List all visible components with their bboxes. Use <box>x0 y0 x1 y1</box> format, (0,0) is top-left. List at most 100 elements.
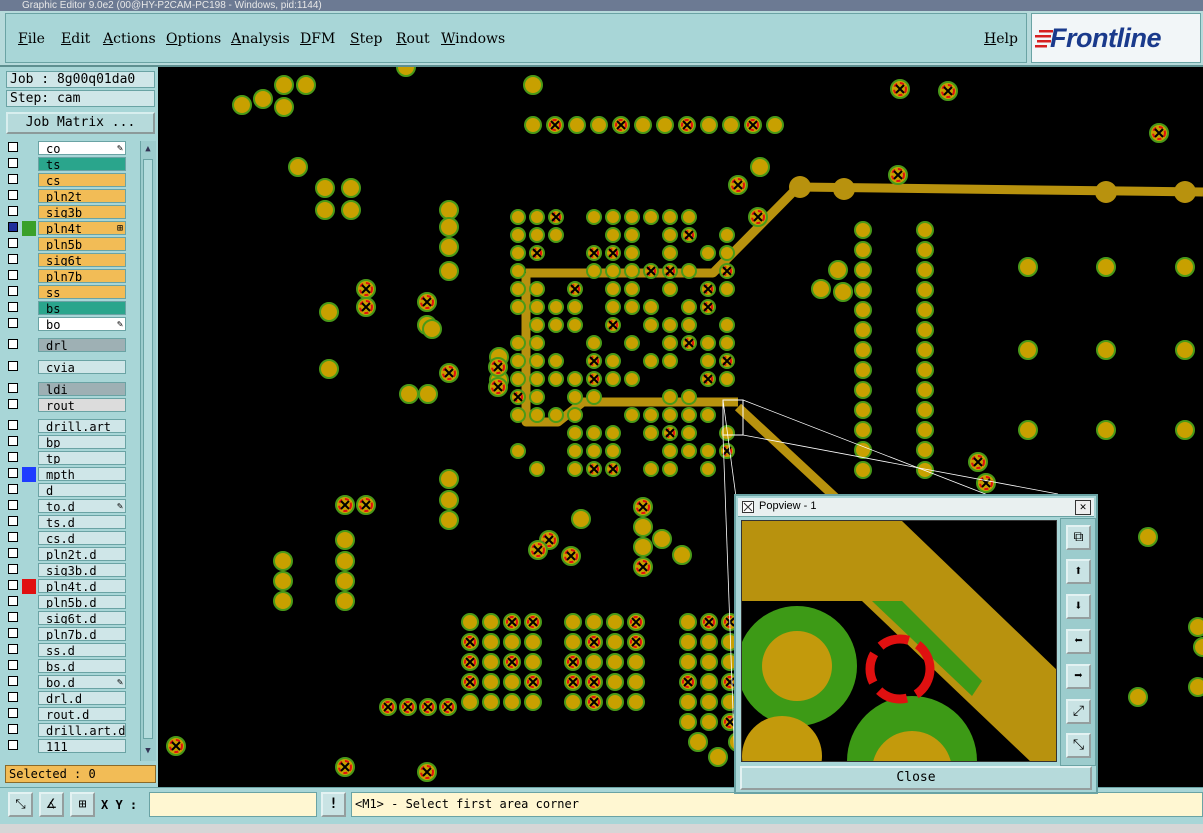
menu-rout[interactable]: Rout <box>396 31 430 47</box>
menu-windows[interactable]: Windows <box>441 31 505 47</box>
layer-name[interactable]: pln7b <box>38 269 126 283</box>
layer-name[interactable]: sig6t <box>38 253 126 267</box>
layer-row[interactable]: ss.d <box>6 643 128 658</box>
layer-visibility-checkbox[interactable] <box>8 420 18 430</box>
layer-row[interactable]: pln7b <box>6 269 128 284</box>
layer-visibility-checkbox[interactable] <box>8 286 18 296</box>
popview-close-button[interactable]: Close <box>740 766 1092 790</box>
layer-row[interactable]: ts <box>6 157 128 172</box>
layer-row[interactable]: bo ✎ <box>6 317 128 332</box>
layer-visibility-checkbox[interactable] <box>8 676 18 686</box>
popview-zoom-in-button[interactable]: ⤢ <box>1066 699 1091 724</box>
layer-name[interactable]: mpth <box>38 467 126 481</box>
layer-name[interactable]: bp <box>38 435 126 449</box>
layer-row[interactable]: pln2t.d <box>6 547 128 562</box>
layer-row[interactable]: bs.d <box>6 659 128 674</box>
xy-coordinate-input[interactable] <box>149 792 317 817</box>
layer-visibility-checkbox[interactable] <box>8 612 18 622</box>
layer-row[interactable]: drl.d <box>6 691 128 706</box>
layer-row[interactable]: drill.art.d <box>6 723 128 738</box>
layer-name[interactable]: ss.d <box>38 643 126 657</box>
popview-viewport[interactable] <box>741 520 1057 762</box>
layer-name[interactable]: cs <box>38 173 126 187</box>
layer-visibility-checkbox[interactable] <box>8 190 18 200</box>
layer-visibility-checkbox[interactable] <box>8 142 18 152</box>
layer-row[interactable]: bp <box>6 435 128 450</box>
layer-row[interactable]: pln4t.d <box>6 579 128 594</box>
layer-visibility-checkbox[interactable] <box>8 468 18 478</box>
layer-row[interactable]: d <box>6 483 128 498</box>
popview-left-button[interactable]: ⬅ <box>1066 629 1091 654</box>
layer-visibility-checkbox[interactable] <box>8 692 18 702</box>
layer-row[interactable]: sig3b.d <box>6 563 128 578</box>
layer-row[interactable]: pln5b.d <box>6 595 128 610</box>
layer-row[interactable]: rout <box>6 398 128 413</box>
menu-actions[interactable]: Actions <box>103 31 156 47</box>
popview-up-button[interactable]: ⬆ <box>1066 559 1091 584</box>
popview-right-button[interactable]: ➡ <box>1066 664 1091 689</box>
popview-down-button[interactable]: ⬇ <box>1066 594 1091 619</box>
layer-row[interactable]: rout.d <box>6 707 128 722</box>
menu-options[interactable]: Options <box>166 31 221 47</box>
layer-name[interactable]: d <box>38 483 126 497</box>
layer-row[interactable]: to.d ✎ <box>6 499 128 514</box>
layer-name[interactable]: sig3b <box>38 205 126 219</box>
layer-name[interactable]: rout <box>38 398 126 412</box>
snap-tool-button[interactable]: ⤡ <box>8 792 33 817</box>
layer-name[interactable]: ts.d <box>38 515 126 529</box>
layer-name[interactable]: pln5b <box>38 237 126 251</box>
scroll-down-icon[interactable]: ▼ <box>142 745 154 757</box>
layer-row[interactable]: sig3b <box>6 205 128 220</box>
scroll-up-icon[interactable]: ▲ <box>142 143 154 155</box>
layer-name[interactable]: sig3b.d <box>38 563 126 577</box>
layer-row[interactable]: drill.art <box>6 419 128 434</box>
scrollbar-thumb[interactable] <box>143 159 153 739</box>
layer-name[interactable]: to.d ✎ <box>38 499 126 513</box>
layer-visibility-checkbox[interactable] <box>8 660 18 670</box>
layer-scrollbar[interactable]: ▲ ▼ <box>140 141 156 761</box>
layer-visibility-checkbox[interactable] <box>8 500 18 510</box>
layer-row[interactable]: pln5b <box>6 237 128 252</box>
layer-row[interactable]: 111 <box>6 739 128 754</box>
layer-visibility-checkbox[interactable] <box>8 174 18 184</box>
layer-name[interactable]: tp <box>38 451 126 465</box>
layer-name[interactable]: drill.art.d <box>38 723 126 737</box>
layer-name[interactable]: drl <box>38 338 126 352</box>
layer-row[interactable]: pln4t ⊞ <box>6 221 128 236</box>
menu-help[interactable]: Help <box>984 31 1018 47</box>
layer-visibility-checkbox[interactable] <box>8 302 18 312</box>
layer-visibility-checkbox[interactable] <box>8 516 18 526</box>
layer-row[interactable]: pln2t <box>6 189 128 204</box>
layer-row[interactable]: co ✎ <box>6 141 128 156</box>
layer-visibility-checkbox[interactable] <box>8 740 18 750</box>
layer-name[interactable]: 111 <box>38 739 126 753</box>
layer-visibility-checkbox[interactable] <box>8 548 18 558</box>
layer-visibility-checkbox[interactable] <box>8 339 18 349</box>
layer-name[interactable]: ts <box>38 157 126 171</box>
menu-step[interactable]: Step <box>350 31 382 47</box>
layer-row[interactable]: bs <box>6 301 128 316</box>
layer-row[interactable]: mpth <box>6 467 128 482</box>
popview-zoom-out-button[interactable]: ⤡ <box>1066 733 1091 758</box>
layer-visibility-checkbox[interactable] <box>8 628 18 638</box>
menu-file[interactable]: File <box>18 31 45 47</box>
popview-titlebar[interactable]: Popview - 1 ✕ <box>738 498 1094 517</box>
layer-visibility-checkbox[interactable] <box>8 484 18 494</box>
layer-row[interactable]: sig6t <box>6 253 128 268</box>
layer-name[interactable]: co ✎ <box>38 141 126 155</box>
layer-row[interactable]: ts.d <box>6 515 128 530</box>
layer-name[interactable]: pln2t <box>38 189 126 203</box>
layer-visibility-checkbox[interactable] <box>8 644 18 654</box>
layer-visibility-checkbox[interactable] <box>8 222 18 232</box>
layer-row[interactable]: cs.d <box>6 531 128 546</box>
layer-visibility-checkbox[interactable] <box>8 596 18 606</box>
layer-name[interactable]: ss <box>38 285 126 299</box>
layer-name[interactable]: pln2t.d <box>38 547 126 561</box>
layer-name[interactable]: pln4t ⊞ <box>38 221 126 235</box>
layer-row[interactable]: cvia <box>6 360 128 375</box>
layer-name[interactable]: sig6t.d <box>38 611 126 625</box>
measure-tool-button[interactable]: ∡ <box>39 792 64 817</box>
layer-visibility-checkbox[interactable] <box>8 158 18 168</box>
close-icon[interactable]: ✕ <box>1075 500 1091 515</box>
grid-tool-button[interactable]: ⊞ <box>70 792 95 817</box>
